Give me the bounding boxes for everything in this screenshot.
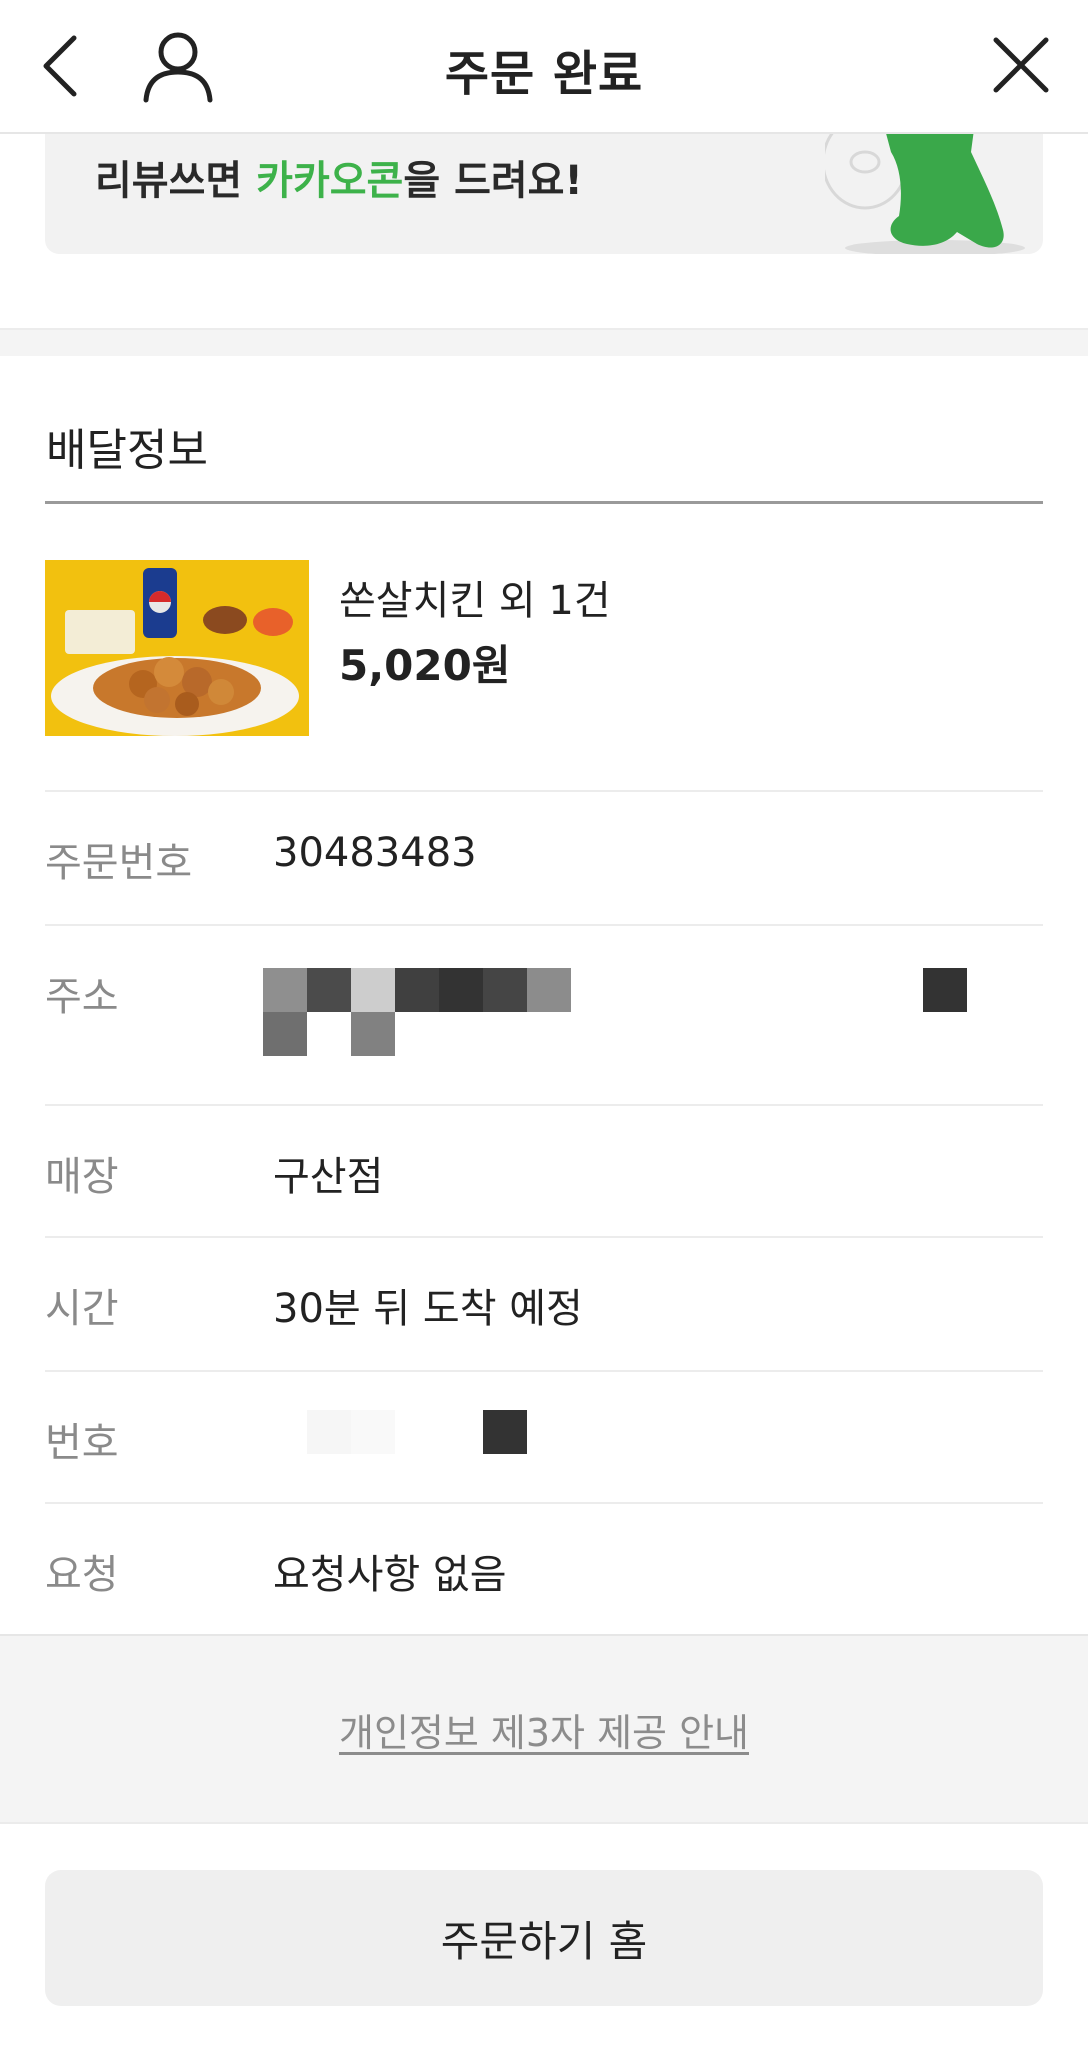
info-row-address: 주소 (45, 924, 1043, 1104)
order-item-name: 쏜살치킨 외 1건 (339, 578, 611, 624)
delivery-info-section: 배달정보 쏜살치킨 외 1건 5,020원 주문번호 30483483 주소 매… (0, 356, 1088, 1634)
time-value: 30분 뒤 도착 예정 (273, 1286, 583, 1332)
row-label: 매장 (45, 1154, 119, 1200)
bottom-action-area: 주문하기 홈 (0, 1824, 1088, 2048)
row-label: 요청 (45, 1552, 119, 1598)
review-banner-text: 리뷰쓰면 카카오콘을 드려요! (95, 158, 583, 204)
row-label: 시간 (45, 1286, 119, 1332)
info-row-time: 시간 30분 뒤 도착 예정 (45, 1236, 1043, 1370)
top-app-bar: 주문 완료 (0, 0, 1088, 134)
info-row-request: 요청 요청사항 없음 (45, 1502, 1043, 1634)
kakaocon-highlight: 카카오콘 (256, 158, 404, 204)
review-banner-section: 리뷰쓰면 카카오콘을 드려요! (0, 134, 1088, 330)
privacy-notice-link[interactable]: 개인정보 제3자 제공 안내 (0, 1702, 1088, 1757)
page-title: 주문 완료 (444, 46, 644, 102)
redacted-address (263, 968, 1063, 1068)
kakao-character-icon (821, 134, 1025, 254)
order-home-button[interactable]: 주문하기 홈 (45, 1870, 1043, 2006)
divider (45, 501, 1043, 504)
privacy-notice-area: 개인정보 제3자 제공 안내 (0, 1634, 1088, 1824)
row-label: 주문번호 (45, 840, 193, 886)
info-row-order-number: 주문번호 30483483 (45, 790, 1043, 924)
order-number-value: 30483483 (273, 830, 477, 876)
section-title: 배달정보 (46, 425, 208, 476)
redacted-phone (307, 1410, 527, 1454)
section-divider (0, 328, 1088, 356)
row-label: 주소 (45, 974, 119, 1020)
order-item-image (45, 560, 309, 736)
row-label: 번호 (45, 1420, 119, 1466)
request-value: 요청사항 없음 (273, 1552, 507, 1598)
close-icon[interactable] (986, 30, 1056, 100)
store-value: 구산점 (273, 1154, 384, 1200)
info-row-store: 매장 구산점 (45, 1104, 1043, 1236)
order-item-price: 5,020원 (339, 641, 511, 690)
order-item[interactable]: 쏜살치킨 외 1건 5,020원 (45, 560, 1043, 736)
info-row-phone: 번호 (45, 1370, 1043, 1502)
review-banner[interactable]: 리뷰쓰면 카카오콘을 드려요! (45, 134, 1043, 254)
